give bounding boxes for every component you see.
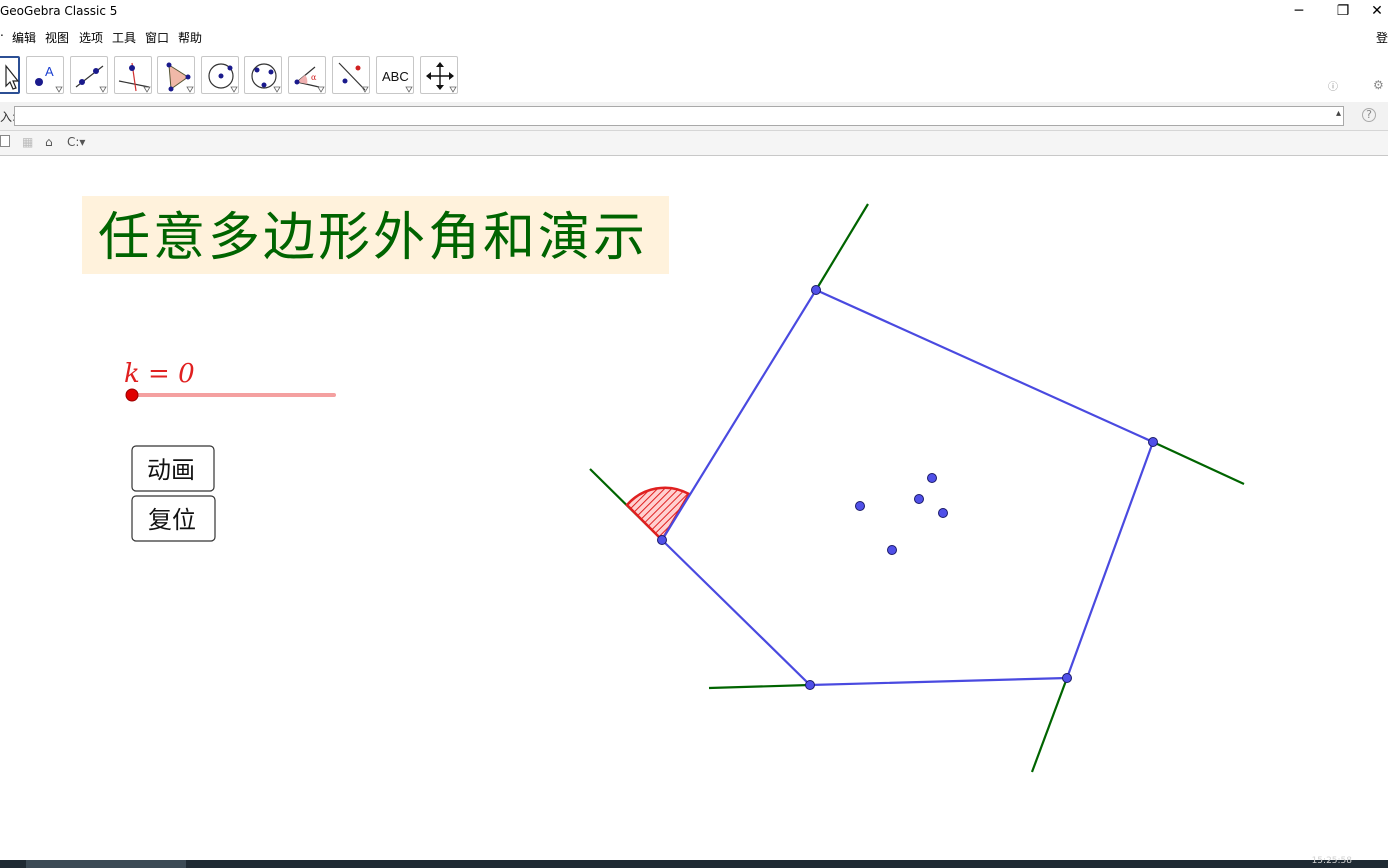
menu-bar: ‧ 编辑 视图 选项 工具 窗口 帮助 登 xyxy=(0,26,1388,48)
angle-icon: α xyxy=(294,66,325,93)
circle-icon xyxy=(208,63,238,93)
angle-tool[interactable]: α xyxy=(288,56,326,94)
capture-point-dropdown[interactable]: C:▾ xyxy=(67,135,85,149)
svg-text:A: A xyxy=(45,64,54,79)
move-graphics-tool[interactable] xyxy=(420,56,458,94)
toolbar-help-icon[interactable]: ⓘ xyxy=(1328,78,1338,93)
extension-line-1 xyxy=(815,203,869,291)
vertex-point[interactable] xyxy=(657,535,667,545)
menu-window[interactable]: 窗口 xyxy=(145,29,169,46)
graphics-style-bar: ▦ ⌂ C:▾ xyxy=(0,131,1388,156)
circle-three-points-tool[interactable] xyxy=(244,56,282,94)
circle-three-points-icon xyxy=(251,63,281,93)
slider-label: k = 0 xyxy=(124,359,195,389)
cursor-arrow-icon xyxy=(5,64,20,90)
menu-edit[interactable]: 编辑 xyxy=(12,29,36,46)
toolbar: A α ABC ⓘ ⚙ xyxy=(0,50,1388,122)
slider-handle[interactable] xyxy=(125,388,139,402)
inner-point[interactable] xyxy=(855,501,865,511)
close-button[interactable]: ✕ xyxy=(1366,0,1388,24)
vertex-point[interactable] xyxy=(805,680,815,690)
move-cross-arrows-icon xyxy=(426,62,457,93)
vertex-point[interactable] xyxy=(1062,673,1072,683)
maximize-button[interactable]: ❐ xyxy=(1322,0,1364,24)
svg-text:ABC: ABC xyxy=(382,69,409,84)
reflect-line-icon xyxy=(338,62,369,93)
menu-view[interactable]: 视图 xyxy=(45,29,69,46)
text-tool[interactable]: ABC xyxy=(376,56,414,94)
menu-options[interactable]: 选项 xyxy=(79,29,103,46)
circle-tool[interactable] xyxy=(201,56,239,94)
extension-line-2 xyxy=(1152,441,1245,485)
title-bar: GeoGebra Classic 5 ─ ❐ ✕ xyxy=(0,0,1388,24)
polygon-icon xyxy=(166,62,194,93)
window-title: GeoGebra Classic 5 xyxy=(0,4,118,18)
exterior-angle-sector[interactable] xyxy=(625,486,691,543)
input-help-icon[interactable]: ? xyxy=(1362,108,1376,122)
menu-tools[interactable]: 工具 xyxy=(112,29,136,46)
vertex-point[interactable] xyxy=(1148,437,1158,447)
move-tool[interactable] xyxy=(0,56,20,94)
reflect-tool[interactable] xyxy=(332,56,370,94)
os-taskbar: 15:25:58 xyxy=(0,856,1388,868)
inner-point[interactable] xyxy=(927,473,937,483)
login-button[interactable]: 登 xyxy=(1376,29,1388,46)
polygon-tool[interactable] xyxy=(157,56,195,94)
animate-button[interactable]: 动画 xyxy=(131,445,215,492)
point-icon: A xyxy=(35,64,63,93)
line-tool[interactable] xyxy=(70,56,108,94)
graphics-view[interactable]: 任意多边形外角和演示 k = 0 动画 复位 xyxy=(0,156,1388,860)
extension-line-3 xyxy=(1030,677,1069,773)
input-bar: 入: ▴ ? xyxy=(0,102,1388,131)
grid-icon[interactable]: ▦ xyxy=(22,135,33,149)
extension-line-4 xyxy=(708,683,811,690)
line-icon xyxy=(75,65,107,93)
graphics-svg: 任意多边形外角和演示 k = 0 动画 复位 xyxy=(82,196,1245,773)
title-text: 任意多边形外角和演示 xyxy=(98,208,648,268)
vertex-point[interactable] xyxy=(811,285,821,295)
perpendicular-tool[interactable] xyxy=(114,56,152,94)
input-field[interactable]: ▴ xyxy=(14,106,1344,126)
settings-gear-icon[interactable]: ⚙ xyxy=(1373,78,1384,92)
point-tool[interactable]: A xyxy=(26,56,64,94)
minimize-button[interactable]: ─ xyxy=(1278,0,1320,24)
taskbar-active-app[interactable] xyxy=(26,860,186,868)
inner-point[interactable] xyxy=(938,508,948,518)
show-axes-toggle[interactable] xyxy=(0,135,10,147)
animate-button-label: 动画 xyxy=(147,456,195,484)
taskbar-clock: 15:25:58 xyxy=(1311,856,1352,866)
inner-point[interactable] xyxy=(887,545,897,555)
menu-help[interactable]: 帮助 xyxy=(178,29,202,46)
home-icon[interactable]: ⌂ xyxy=(45,135,53,149)
perpendicular-line-icon xyxy=(118,62,151,93)
pentagon-polygon[interactable] xyxy=(660,288,1155,687)
reset-button-label: 复位 xyxy=(148,506,196,534)
reset-button[interactable]: 复位 xyxy=(131,495,216,542)
input-history-spinner-icon[interactable]: ▴ xyxy=(1336,108,1341,119)
text-abc-icon: ABC xyxy=(382,69,413,93)
inner-point[interactable] xyxy=(914,494,924,504)
svg-text:α: α xyxy=(311,73,317,82)
menu-file-fragment[interactable]: ‧ xyxy=(0,29,4,43)
